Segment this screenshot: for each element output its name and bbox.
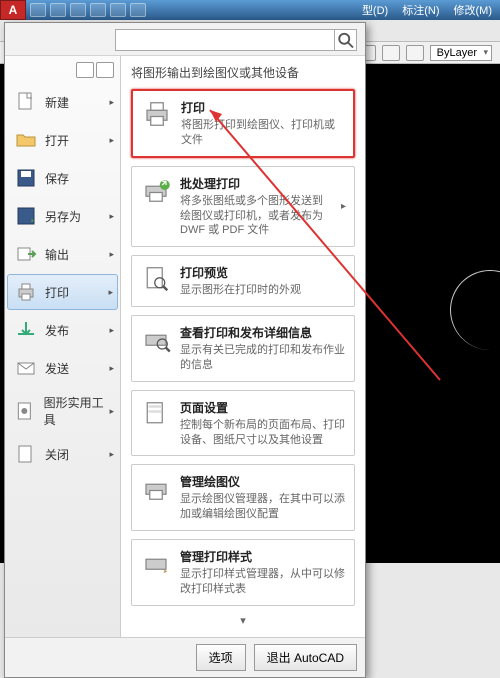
- card-manage-plot-styles[interactable]: 管理打印样式显示打印样式管理器，从中可以修改打印样式表: [131, 539, 355, 606]
- search-button[interactable]: [335, 29, 357, 51]
- exit-button[interactable]: 退出 AutoCAD: [254, 644, 357, 671]
- menu-footer: 选项 退出 AutoCAD: [5, 637, 365, 677]
- menu-search-row: [5, 23, 365, 56]
- chevron-right-icon: ▸: [341, 201, 346, 212]
- save-icon[interactable]: [70, 3, 86, 17]
- view-list-icon[interactable]: [96, 62, 114, 78]
- layer-combo-label: ByLayer: [437, 47, 477, 59]
- undo-icon[interactable]: [90, 3, 106, 17]
- drawing-arc: [450, 270, 500, 350]
- page-setup-icon: [140, 399, 172, 429]
- printer-icon: [13, 280, 39, 304]
- card-title: 打印: [181, 99, 345, 116]
- menu-save-as[interactable]: 另存为▸: [7, 198, 118, 234]
- layer-combo[interactable]: ByLayer: [430, 45, 492, 61]
- card-page-setup[interactable]: 页面设置控制每个新布局的页面布局、打印设备、图纸尺寸以及其他设置: [131, 390, 355, 457]
- application-menu: 新建▸ 打开▸ 保存 另存为▸ 输出▸ 打印▸ 发布▸ 发送▸ 图形实用工具▸ …: [4, 22, 366, 678]
- menu-label: 发布: [45, 322, 69, 339]
- menu-close[interactable]: 关闭▸: [7, 436, 118, 472]
- menu-item[interactable]: 型(D): [362, 2, 388, 18]
- menu-left-column: 新建▸ 打开▸ 保存 另存为▸ 输出▸ 打印▸ 发布▸ 发送▸ 图形实用工具▸ …: [5, 56, 121, 637]
- menu-label: 新建: [45, 94, 69, 111]
- menu-label: 发送: [45, 360, 69, 377]
- card-desc: 显示绘图仪管理器，在其中可以添加或编辑绘图仪配置: [180, 492, 346, 522]
- menu-utilities[interactable]: 图形实用工具▸: [7, 388, 118, 434]
- tool-icon[interactable]: [406, 45, 424, 61]
- card-print[interactable]: 打印将图形打印到绘图仪、打印机或文件: [131, 89, 355, 158]
- plotter-icon: [140, 473, 172, 503]
- options-button[interactable]: 选项: [196, 644, 246, 671]
- card-desc: 将图形打印到绘图仪、打印机或文件: [181, 118, 345, 148]
- folder-open-icon: [13, 128, 39, 152]
- menu-right-panel: 将图形输出到绘图仪或其他设备 打印将图形打印到绘图仪、打印机或文件 批处理打印将…: [121, 56, 365, 637]
- menu-item[interactable]: 标注(N): [402, 2, 439, 18]
- menu-publish[interactable]: 发布▸: [7, 312, 118, 348]
- card-manage-plotters[interactable]: 管理绘图仪显示绘图仪管理器，在其中可以添加或编辑绘图仪配置: [131, 464, 355, 531]
- preview-icon: [140, 264, 172, 294]
- card-plot-details[interactable]: 查看打印和发布详细信息显示有关已完成的打印和发布作业的信息: [131, 315, 355, 382]
- print-icon[interactable]: [130, 3, 146, 17]
- card-title: 批处理打印: [180, 175, 333, 192]
- menu-label: 关闭: [45, 446, 69, 463]
- export-icon: [13, 242, 39, 266]
- view-grid-icon[interactable]: [76, 62, 94, 78]
- publish-icon: [13, 318, 39, 342]
- menu-label: 打印: [45, 284, 69, 301]
- menu-label: 输出: [45, 246, 69, 263]
- card-desc: 显示图形在打印时的外观: [180, 283, 346, 298]
- card-title: 管理绘图仪: [180, 473, 346, 490]
- panel-title: 将图形输出到绘图仪或其他设备: [131, 64, 355, 81]
- card-batch-print[interactable]: 批处理打印将多张图纸或多个图形发送到绘图仪或打印机，或者发布为 DWF 或 PD…: [131, 166, 355, 248]
- menu-open[interactable]: 打开▸: [7, 122, 118, 158]
- card-desc: 显示有关已完成的打印和发布作业的信息: [180, 343, 346, 373]
- menu-label: 图形实用工具: [44, 394, 112, 428]
- tool-icon[interactable]: [382, 45, 400, 61]
- send-icon: [13, 356, 39, 380]
- search-input[interactable]: [115, 29, 335, 51]
- menu-send[interactable]: 发送▸: [7, 350, 118, 386]
- card-print-preview[interactable]: 打印预览显示图形在打印时的外观: [131, 255, 355, 307]
- menu-print[interactable]: 打印▸: [7, 274, 118, 310]
- card-title: 页面设置: [180, 399, 346, 416]
- menu-item[interactable]: 修改(M): [454, 2, 493, 18]
- menu-label: 保存: [45, 170, 69, 187]
- application-button[interactable]: A: [0, 0, 26, 20]
- card-title: 打印预览: [180, 264, 346, 281]
- save-as-icon: [13, 204, 39, 228]
- quick-access-toolbar: [30, 0, 146, 20]
- open-icon[interactable]: [50, 3, 66, 17]
- menu-export[interactable]: 输出▸: [7, 236, 118, 272]
- menu-label: 打开: [45, 132, 69, 149]
- card-desc: 将多张图纸或多个图形发送到绘图仪或打印机，或者发布为 DWF 或 PDF 文件: [180, 194, 333, 239]
- printer-icon: [141, 99, 173, 129]
- batch-print-icon: [140, 175, 172, 205]
- file-new-icon: [13, 90, 39, 114]
- menu-label: 另存为: [45, 208, 81, 225]
- new-icon[interactable]: [30, 3, 46, 17]
- card-title: 查看打印和发布详细信息: [180, 324, 346, 341]
- more-indicator: ▾: [131, 614, 355, 631]
- menu-new[interactable]: 新建▸: [7, 84, 118, 120]
- menu-save[interactable]: 保存: [7, 160, 118, 196]
- search-icon: [335, 30, 356, 50]
- redo-icon[interactable]: [110, 3, 126, 17]
- card-desc: 控制每个新布局的页面布局、打印设备、图纸尺寸以及其他设置: [180, 418, 346, 448]
- card-desc: 显示打印样式管理器，从中可以修改打印样式表: [180, 567, 346, 597]
- save-icon: [13, 166, 39, 190]
- close-icon: [13, 442, 39, 466]
- wrench-icon: [13, 399, 38, 423]
- details-icon: [140, 324, 172, 354]
- plot-style-icon: [140, 548, 172, 578]
